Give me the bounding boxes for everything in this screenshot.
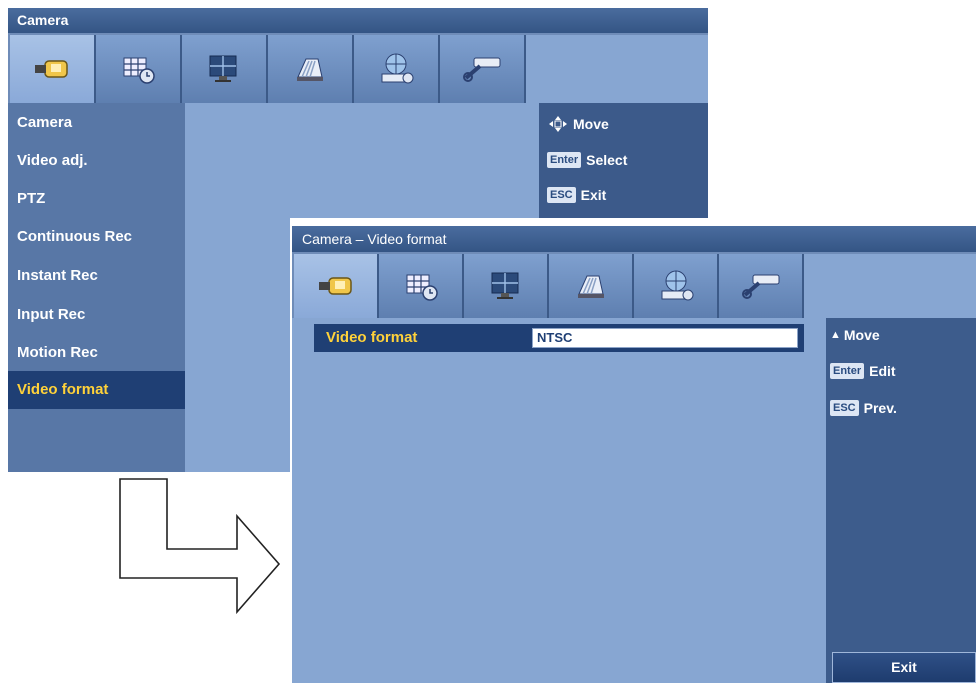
tab-record[interactable] — [549, 254, 634, 318]
up-down-arrow-icon: ▲︎ — [830, 329, 841, 341]
help-enter-label: Edit — [869, 363, 896, 379]
video-format-label: Video format — [326, 329, 418, 346]
video-format-field[interactable]: NTSC — [532, 328, 798, 348]
help-enter: Enter Edit — [830, 362, 896, 380]
window-title: Camera – Video format — [292, 226, 976, 252]
network-icon — [661, 270, 693, 301]
storage-icon — [577, 275, 604, 298]
tab-network[interactable] — [634, 254, 719, 318]
help-move-label: Move — [843, 327, 880, 343]
tools-icon — [741, 274, 779, 299]
settings-panel: Video format NTSC — [292, 318, 826, 683]
enter-key-badge: Enter — [830, 363, 865, 379]
help-panel: ▲︎ Move Enter Edit ESC Prev. Exit — [826, 318, 976, 683]
exit-button[interactable]: Exit — [832, 652, 976, 683]
help-esc-label: Prev. — [863, 400, 897, 416]
tab-system[interactable] — [719, 254, 804, 318]
tab-display[interactable] — [464, 254, 549, 318]
tab-camera[interactable] — [294, 254, 379, 318]
video-format-row[interactable]: Video format NTSC — [314, 324, 804, 352]
schedule-icon — [406, 274, 438, 301]
esc-key-badge: ESC — [830, 400, 859, 416]
tab-spacer — [804, 254, 976, 318]
help-esc: ESC Prev. — [830, 399, 897, 417]
monitor-icon — [491, 272, 518, 299]
tab-schedule[interactable] — [379, 254, 464, 318]
tab-bar — [292, 252, 976, 318]
help-move: ▲︎ Move — [830, 326, 880, 344]
video-format-window: Camera – Video format Video format NTSC … — [290, 218, 976, 683]
camera-icon — [318, 277, 352, 295]
